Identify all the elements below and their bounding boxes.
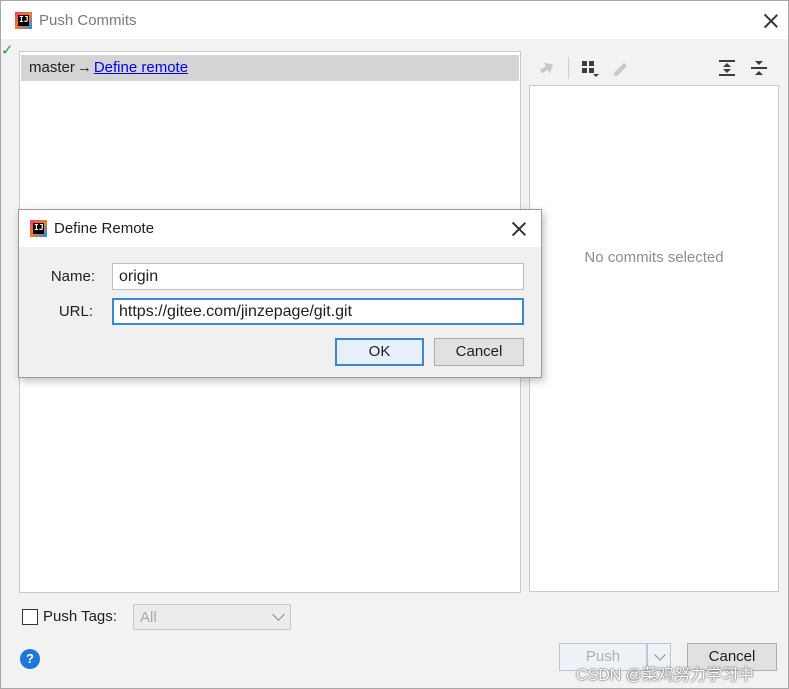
push-tags-label[interactable]: Push Tags: [43, 608, 117, 625]
edit-icon[interactable] [611, 58, 631, 78]
cherry-pick-icon[interactable] [537, 58, 557, 78]
dialog-title: Define Remote [54, 220, 155, 237]
dialog-title-bar: IJ Define Remote [19, 210, 541, 247]
empty-state-text: No commits selected [584, 249, 724, 266]
close-icon[interactable] [763, 13, 779, 29]
intellij-logo-icon: IJ [30, 220, 47, 237]
toolbar-separator [568, 57, 569, 79]
window-title: Push Commits [39, 12, 137, 29]
expand-all-icon[interactable] [717, 58, 737, 78]
chevron-down-icon [272, 608, 285, 621]
intellij-logo-icon: IJ [15, 12, 32, 29]
chevron-down-icon [654, 649, 666, 661]
url-field[interactable] [112, 298, 524, 325]
background-check-fragment: ✓ [1, 42, 14, 59]
define-remote-link[interactable]: Define remote [94, 59, 188, 76]
collapse-all-icon[interactable] [749, 58, 769, 78]
tags-select-value: All [140, 609, 157, 626]
dialog-cancel-button[interactable]: Cancel [434, 338, 524, 366]
group-by-icon[interactable] [580, 58, 600, 78]
branch-row[interactable]: master → Define remote [21, 55, 519, 81]
dialog-close-icon[interactable] [511, 221, 527, 237]
define-remote-dialog: IJ Define Remote Name: URL: OK Cancel [18, 209, 542, 378]
title-bar: IJ Push Commits [1, 1, 788, 39]
branch-name: master [29, 59, 75, 76]
help-icon[interactable]: ? [20, 649, 40, 669]
tags-select[interactable]: All [133, 604, 291, 630]
name-label: Name: [50, 268, 95, 285]
name-field[interactable] [112, 263, 524, 290]
url-label: URL: [58, 303, 93, 320]
watermark: CSDN @菜鸡努力学习中 [576, 667, 755, 684]
ok-button[interactable]: OK [335, 338, 424, 366]
commit-details-panel: No commits selected [529, 85, 779, 592]
push-tags-checkbox[interactable] [22, 609, 38, 625]
arrow-icon: → [76, 59, 92, 76]
